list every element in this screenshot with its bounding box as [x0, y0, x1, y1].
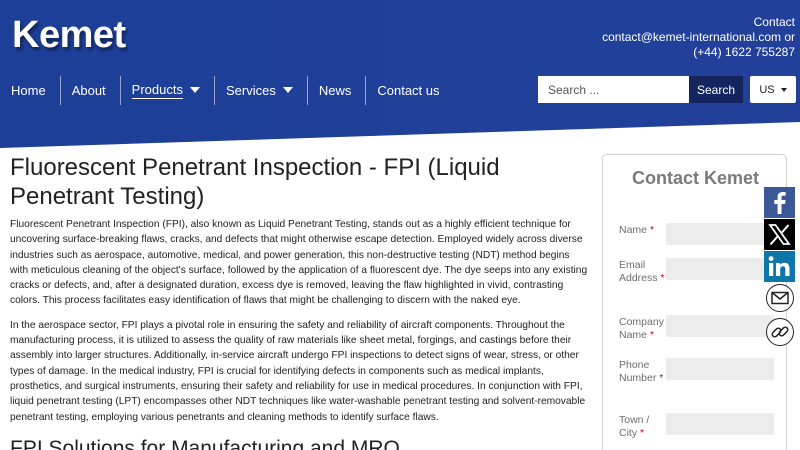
linkedin-share-button[interactable]	[764, 251, 795, 282]
email-field[interactable]	[666, 258, 774, 280]
nav-news-label: News	[318, 82, 352, 98]
required-marker: *	[649, 224, 655, 236]
page-title: Fluorescent Penetrant Inspection - FPI (…	[10, 154, 500, 210]
required-marker: *	[640, 427, 645, 439]
nav-contact-us-label: Contact us	[377, 82, 440, 98]
phone-field[interactable]	[666, 358, 774, 380]
email-label: Email Address *	[619, 259, 669, 285]
contact-form-title: Contact Kemet	[631, 168, 760, 188]
facebook-icon	[774, 192, 786, 214]
aerospace-paragraph: In the aerospace sector, FPI plays a piv…	[10, 319, 586, 423]
main-content: Fluorescent Penetrant Inspection - FPI (…	[10, 153, 590, 450]
email-share-button[interactable]	[766, 284, 794, 312]
nav-products[interactable]: Products	[121, 75, 215, 105]
town-label: Town / City *	[619, 414, 669, 440]
facebook-share-button[interactable]	[764, 187, 795, 218]
x-icon	[768, 224, 791, 246]
nav-about[interactable]: About	[61, 75, 121, 105]
main-nav: Home About Products Services News Contac…	[0, 75, 454, 105]
section-title: FPI Solutions for Manufacturing and MRO	[10, 436, 400, 450]
phone-label: Phone Number *	[619, 359, 669, 385]
contact-phone-link[interactable]: (+44) 1622 755287	[602, 45, 795, 60]
nav-contact-us[interactable]: Contact us	[366, 76, 453, 105]
contact-email-link[interactable]: contact@kemet-international.com or	[602, 30, 795, 45]
copy-link-button[interactable]	[766, 318, 794, 346]
x-share-button[interactable]	[764, 219, 795, 250]
language-selected-label: US	[759, 83, 775, 96]
search-button[interactable]: Search	[689, 76, 743, 103]
name-label: Name *	[619, 224, 669, 237]
required-marker: *	[649, 329, 655, 341]
language-select[interactable]: US	[750, 76, 796, 103]
search-input[interactable]	[538, 76, 690, 103]
company-label-text: Company Name	[619, 316, 664, 341]
nav-services[interactable]: Services	[215, 75, 308, 105]
name-label-text: Name	[619, 224, 648, 236]
company-field[interactable]	[666, 315, 774, 337]
nav-home-label: Home	[11, 82, 46, 98]
required-marker: *	[659, 372, 664, 384]
chevron-down-icon	[780, 87, 787, 92]
link-icon	[771, 326, 789, 338]
email-label-text: Email Address	[619, 259, 658, 284]
nav-home[interactable]: Home	[0, 75, 61, 105]
chevron-down-icon	[282, 87, 293, 93]
email-icon	[771, 291, 789, 305]
contact-form-panel: Contact Kemet Name * Email Address * Com…	[602, 154, 787, 450]
town-label-text: Town / City	[619, 414, 650, 439]
linkedin-icon	[768, 256, 790, 276]
name-field[interactable]	[666, 223, 774, 245]
company-label: Company Name *	[619, 316, 669, 342]
town-field[interactable]	[666, 413, 774, 435]
chevron-down-icon	[189, 87, 200, 93]
site-logo[interactable]: Kemet	[12, 14, 126, 57]
header-contact: Contact contact@kemet-international.com …	[602, 15, 795, 60]
contact-title: Contact	[753, 15, 795, 29]
required-marker: *	[660, 272, 665, 284]
nav-about-label: About	[71, 82, 106, 98]
site-header: Kemet Contact contact@kemet-internationa…	[0, 0, 800, 150]
nav-services-label: Services	[225, 82, 276, 98]
nav-news[interactable]: News	[308, 75, 367, 105]
nav-products-label: Products	[131, 81, 183, 99]
intro-paragraph: Fluorescent Penetrant Inspection (FPI), …	[10, 219, 588, 307]
phone-label-text: Phone Number	[619, 359, 657, 384]
